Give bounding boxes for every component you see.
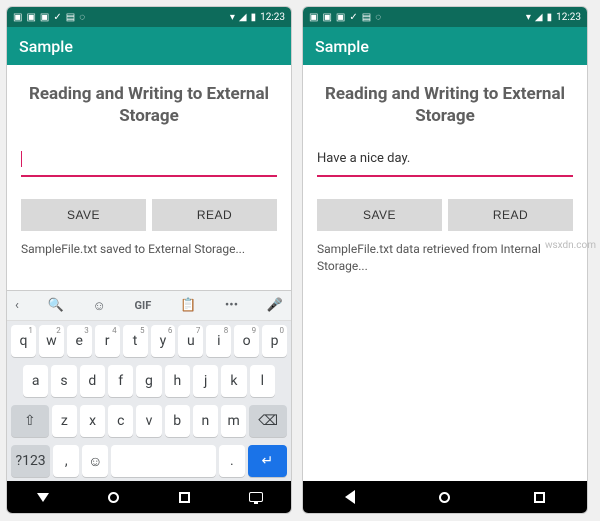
text-input[interactable] (21, 145, 277, 177)
keyboard-toolbar: ‹ 🔍 ☺ GIF 📋 ••• 🎤 (7, 291, 291, 321)
clock: 12:23 (260, 12, 285, 23)
page-title: Reading and Writing to External Storage (21, 83, 277, 127)
app-title: Sample (19, 37, 73, 56)
page-title: Reading and Writing to External Storage (317, 83, 573, 127)
signal-icon: ◢ (535, 12, 543, 23)
key-a[interactable]: a (23, 365, 48, 397)
key-m[interactable]: m (221, 405, 246, 437)
key-u[interactable]: u7 (178, 325, 203, 357)
status-icon: ▣ (322, 12, 331, 23)
signal-icon: ◢ (239, 12, 247, 23)
status-icon: ▣ (336, 12, 345, 23)
status-bar: ▣ ▣ ▣ ✓ ▤ ◌ ▾ ◢ ▮ 12:23 (7, 7, 291, 27)
key-g[interactable]: g (136, 365, 161, 397)
status-icon: ◌ (375, 12, 381, 23)
key-x[interactable]: x (80, 405, 105, 437)
read-button[interactable]: READ (152, 199, 277, 231)
key-shift[interactable]: ⇧ (11, 405, 49, 437)
status-icon: ▣ (40, 12, 49, 23)
key-p[interactable]: p0 (262, 325, 287, 357)
nav-home-icon[interactable] (438, 490, 452, 504)
nav-recent-icon[interactable] (178, 490, 192, 504)
app-bar: Sample (303, 27, 587, 65)
key-emoji[interactable]: ☺ (82, 445, 108, 477)
nav-recent-icon[interactable] (533, 490, 547, 504)
key-v[interactable]: v (136, 405, 161, 437)
android-nav-bar (303, 481, 587, 513)
key-j[interactable]: j (193, 365, 218, 397)
kb-collapse-icon[interactable]: ‹ (15, 298, 19, 313)
key-space[interactable] (111, 445, 215, 477)
key-q[interactable]: q1 (11, 325, 36, 357)
nav-keyboard-icon[interactable] (249, 490, 263, 504)
status-icon: ◌ (79, 12, 85, 23)
key-c[interactable]: c (108, 405, 133, 437)
kb-more-icon[interactable]: ••• (225, 298, 238, 313)
status-icon: ▤ (362, 12, 371, 23)
soft-keyboard[interactable]: ‹ 🔍 ☺ GIF 📋 ••• 🎤 q1w2e3r4t5y6u7i8o9p0 a… (7, 290, 291, 481)
status-icon: ▤ (66, 12, 75, 23)
key-symbols[interactable]: ?123 (11, 445, 50, 477)
kb-mic-icon[interactable]: 🎤 (267, 298, 283, 313)
battery-icon: ▮ (251, 12, 257, 23)
key-l[interactable]: l (250, 365, 275, 397)
key-s[interactable]: s (51, 365, 76, 397)
status-icon: ✓ (349, 12, 357, 23)
status-icon: ✓ (53, 12, 61, 23)
status-bar: ▣ ▣ ▣ ✓ ▤ ◌ ▾ ◢ ▮ 12:23 (303, 7, 587, 27)
clock: 12:23 (556, 12, 581, 23)
battery-icon: ▮ (547, 12, 553, 23)
app-title: Sample (315, 37, 369, 56)
key-h[interactable]: h (165, 365, 190, 397)
key-backspace[interactable]: ⌫ (249, 405, 287, 437)
key-f[interactable]: f (108, 365, 133, 397)
key-e[interactable]: e3 (67, 325, 92, 357)
key-n[interactable]: n (193, 405, 218, 437)
kb-sticker-icon[interactable]: ☺ (93, 298, 106, 314)
key-y[interactable]: y6 (151, 325, 176, 357)
watermark: wsxdn.com (545, 240, 596, 251)
status-message: SampleFile.txt saved to External Storage… (21, 241, 277, 258)
key-t[interactable]: t5 (123, 325, 148, 357)
key-o[interactable]: o9 (234, 325, 259, 357)
save-button[interactable]: SAVE (21, 199, 146, 231)
kb-search-icon[interactable]: 🔍 (48, 298, 64, 313)
status-message: SampleFile.txt data retrieved from Inter… (317, 241, 573, 275)
status-icon: ▣ (26, 12, 35, 23)
save-button[interactable]: SAVE (317, 199, 442, 231)
key-w[interactable]: w2 (39, 325, 64, 357)
status-icon: ▣ (309, 12, 318, 23)
key-b[interactable]: b (165, 405, 190, 437)
nav-back-icon[interactable] (343, 490, 357, 504)
phone-left: ▣ ▣ ▣ ✓ ▤ ◌ ▾ ◢ ▮ 12:23 Sample Reading a… (6, 6, 292, 514)
app-bar: Sample (7, 27, 291, 65)
key-r[interactable]: r4 (95, 325, 120, 357)
phone-right: ▣ ▣ ▣ ✓ ▤ ◌ ▾ ◢ ▮ 12:23 Sample Reading a… (302, 6, 588, 514)
nav-down-icon[interactable] (36, 490, 50, 504)
kb-gif-button[interactable]: GIF (135, 299, 152, 312)
kb-clipboard-icon[interactable]: 📋 (180, 298, 196, 313)
read-button[interactable]: READ (448, 199, 573, 231)
key-enter[interactable]: ↵ (248, 445, 287, 477)
key-k[interactable]: k (221, 365, 246, 397)
key-z[interactable]: z (52, 405, 77, 437)
text-input[interactable]: Have a nice day. (317, 145, 573, 177)
key-comma[interactable]: , (53, 445, 79, 477)
key-i[interactable]: i8 (206, 325, 231, 357)
status-icon: ▣ (13, 12, 22, 23)
wifi-icon: ▾ (230, 12, 235, 23)
key-period[interactable]: . (219, 445, 245, 477)
nav-home-icon[interactable] (107, 490, 121, 504)
android-nav-bar (7, 481, 291, 513)
key-d[interactable]: d (80, 365, 105, 397)
wifi-icon: ▾ (526, 12, 531, 23)
